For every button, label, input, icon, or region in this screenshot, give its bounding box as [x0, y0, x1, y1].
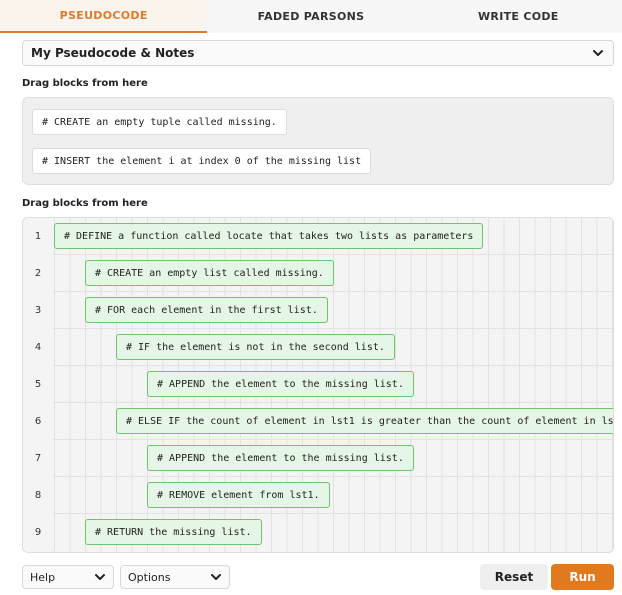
answer-row: 4 # IF the element is not in the second … — [23, 329, 613, 366]
answer-block[interactable]: # REMOVE element from lst1. — [147, 482, 330, 508]
line-number: 1 — [23, 218, 53, 255]
answer-block[interactable]: # APPEND the element to the missing list… — [147, 371, 414, 397]
answer-section-label: Drag blocks from here — [22, 198, 148, 209]
answer-row: 9 # RETURN the missing list. — [23, 514, 613, 551]
notes-dropdown[interactable]: My Pseudocode & Notes — [22, 40, 614, 66]
answer-row: 7 # APPEND the element to the missing li… — [23, 440, 613, 477]
answer-row: 1 # DEFINE a function called locate that… — [23, 218, 613, 255]
chevron-down-icon — [592, 47, 604, 62]
answer-block[interactable]: # ELSE IF the count of element in lst1 i… — [116, 408, 613, 434]
answer-row: 5 # APPEND the element to the missing li… — [23, 366, 613, 403]
line-number: 6 — [23, 403, 53, 440]
source-block-area[interactable]: # CREATE an empty tuple called missing. … — [22, 97, 614, 185]
line-number: 3 — [23, 292, 53, 329]
tab-write-code[interactable]: WRITE CODE — [415, 0, 622, 33]
tab-faded-parsons[interactable]: FADED PARSONS — [207, 0, 414, 33]
run-button[interactable]: Run — [551, 564, 614, 590]
options-dropdown-value: Options — [128, 570, 171, 584]
help-dropdown-value: Help — [30, 570, 56, 584]
answer-row: 8 # REMOVE element from lst1. — [23, 477, 613, 514]
line-number: 7 — [23, 440, 53, 477]
source-block[interactable]: # INSERT the element i at index 0 of the… — [32, 148, 372, 174]
line-number: 4 — [23, 329, 53, 366]
tab-pseudocode[interactable]: PSEUDOCODE — [0, 0, 208, 33]
tab-bar: PSEUDOCODE FADED PARSONS WRITE CODE — [0, 0, 622, 33]
answer-block[interactable]: # APPEND the element to the missing list… — [147, 445, 414, 471]
chevron-down-icon — [210, 571, 222, 586]
notes-dropdown-value: My Pseudocode & Notes — [31, 46, 195, 60]
source-block[interactable]: # CREATE an empty tuple called missing. — [32, 109, 287, 135]
source-section-label: Drag blocks from here — [22, 78, 148, 89]
line-number: 5 — [23, 366, 53, 403]
line-number: 9 — [23, 514, 53, 551]
options-dropdown[interactable]: Options — [120, 565, 230, 589]
answer-block[interactable]: # FOR each element in the first list. — [85, 297, 328, 323]
reset-button[interactable]: Reset — [480, 564, 548, 590]
answer-row: 6 # ELSE IF the count of element in lst1… — [23, 403, 613, 440]
answer-row: 3 # FOR each element in the first list. — [23, 292, 613, 329]
help-dropdown[interactable]: Help — [22, 565, 114, 589]
line-number: 2 — [23, 255, 53, 292]
answer-row: 2 # CREATE an empty list called missing. — [23, 255, 613, 292]
answer-block-area[interactable]: 1 # DEFINE a function called locate that… — [22, 217, 614, 553]
chevron-down-icon — [94, 571, 106, 586]
answer-block[interactable]: # IF the element is not in the second li… — [116, 334, 395, 360]
answer-block[interactable]: # CREATE an empty list called missing. — [85, 260, 334, 286]
answer-block[interactable]: # DEFINE a function called locate that t… — [54, 223, 484, 249]
answer-block[interactable]: # RETURN the missing list. — [85, 519, 262, 545]
line-number: 8 — [23, 477, 53, 514]
